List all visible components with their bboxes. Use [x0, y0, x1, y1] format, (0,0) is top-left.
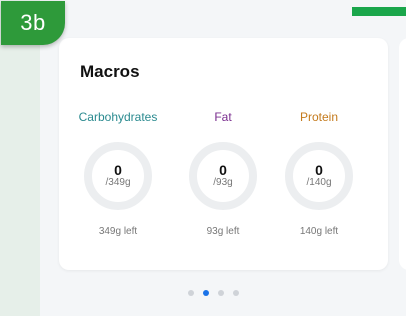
- progress-ring-fat: 0 /93g: [189, 142, 257, 210]
- page-dot[interactable]: [218, 290, 224, 296]
- ring-value-fat: 0: [219, 162, 227, 178]
- page-indicator: [188, 290, 239, 296]
- remaining-fat: 93g left: [206, 226, 240, 237]
- macros-card[interactable]: Macros Carbohydrates 0 /349g 349g left F…: [59, 38, 388, 270]
- page-dot[interactable]: [188, 290, 194, 296]
- ring-value-carbohydrates: 0: [114, 162, 122, 178]
- macro-name-protein: Protein: [299, 110, 339, 124]
- progress-ring-protein: 0 /140g: [285, 142, 353, 210]
- macro-fat: Fat 0 /93g 93g left: [178, 109, 268, 237]
- step-badge: 3b: [1, 1, 65, 45]
- next-card-preview[interactable]: [399, 38, 406, 270]
- top-accent-bar: [352, 7, 406, 16]
- ring-goal-protein: /140g: [306, 177, 332, 188]
- macro-name-carbohydrates: Carbohydrates: [78, 110, 158, 124]
- macro-protein: Protein 0 /140g 140g left: [274, 109, 364, 237]
- remaining-protein: 140g left: [299, 226, 339, 237]
- progress-ring-carbohydrates: 0 /349g: [84, 142, 152, 210]
- page-dot-active[interactable]: [203, 290, 209, 296]
- remaining-carbohydrates: 349g left: [98, 226, 138, 237]
- macro-name-fat: Fat: [214, 110, 232, 124]
- ring-goal-carbohydrates: /349g: [105, 177, 131, 188]
- ring-value-protein: 0: [315, 162, 323, 178]
- card-title: Macros: [80, 62, 140, 81]
- macro-carbohydrates: Carbohydrates 0 /349g 349g left: [73, 109, 163, 237]
- ring-goal-fat: /93g: [213, 177, 233, 188]
- page-dot[interactable]: [233, 290, 239, 296]
